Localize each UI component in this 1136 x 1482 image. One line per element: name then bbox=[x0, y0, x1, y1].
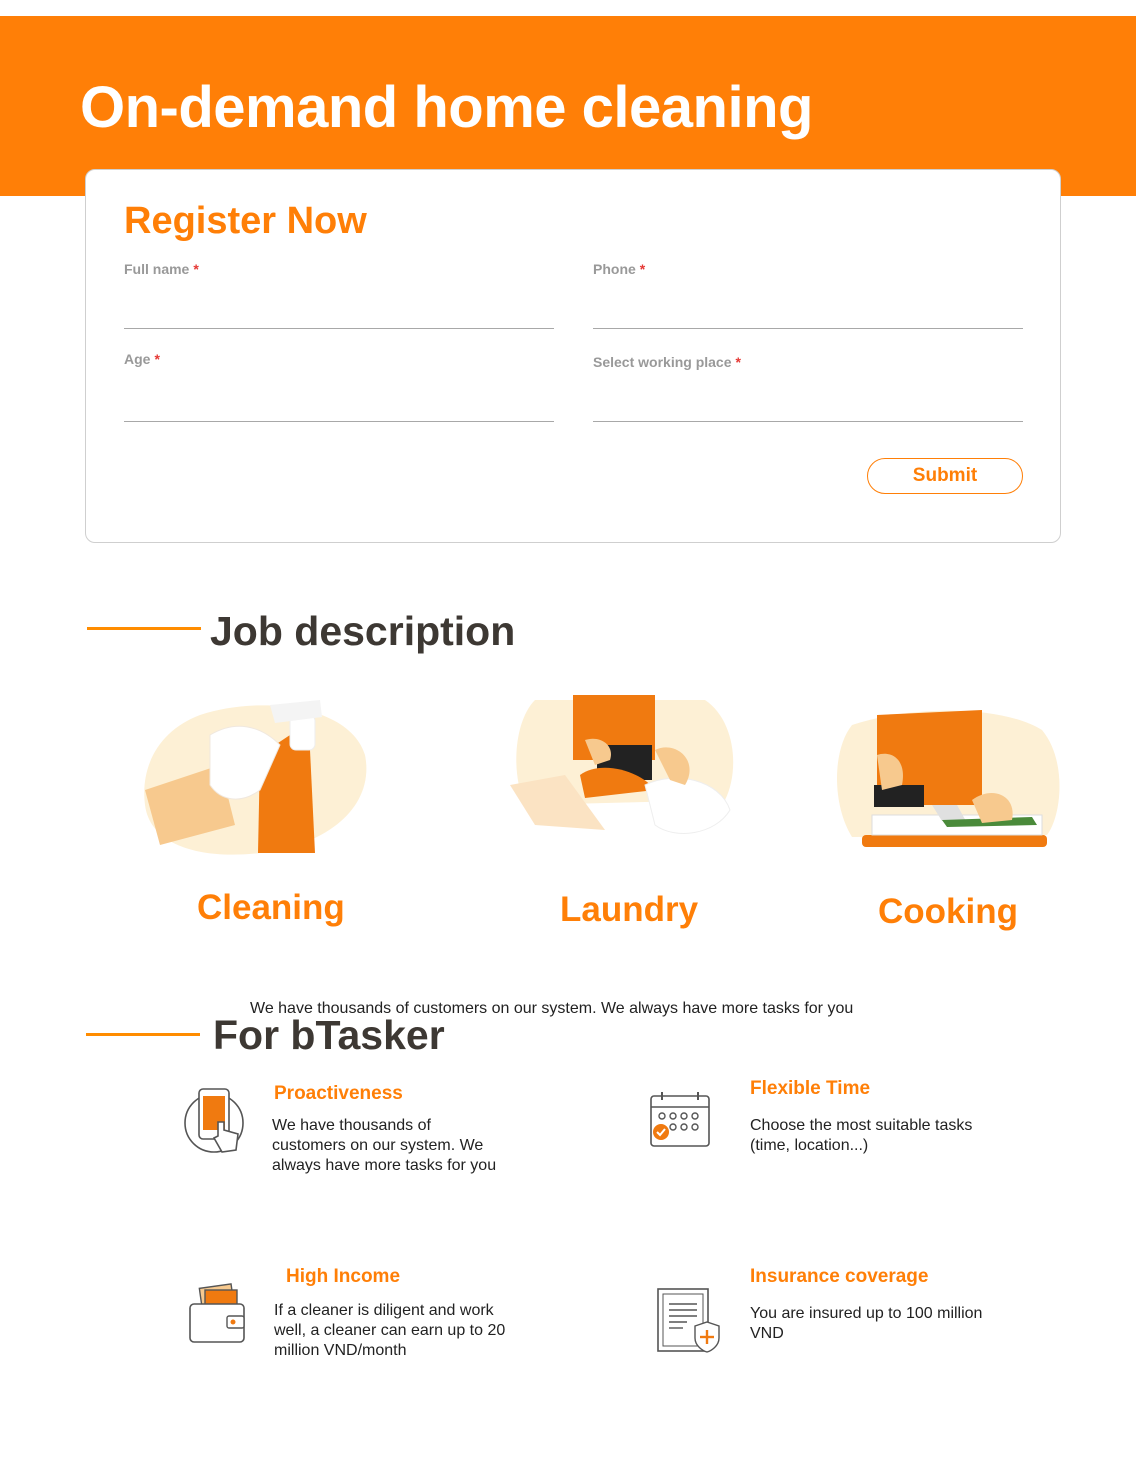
age-field: Age * bbox=[124, 351, 554, 422]
register-form: Register Now Full name * Phone * Age * Sele… bbox=[85, 169, 1061, 543]
job-label-laundry: Laundry bbox=[560, 890, 699, 929]
feature-title-high-income: High Income bbox=[286, 1266, 401, 1287]
ironing-illustration bbox=[510, 695, 734, 834]
full-name-input[interactable] bbox=[124, 299, 554, 329]
phone-tap-icon bbox=[184, 1088, 244, 1153]
spray-bottle-illustration bbox=[144, 700, 367, 855]
age-label: Age * bbox=[124, 351, 160, 367]
required-mark: * bbox=[154, 351, 160, 367]
section-divider bbox=[87, 627, 201, 630]
working-place-select[interactable] bbox=[593, 392, 1023, 422]
for-btasker-title: For bTasker bbox=[213, 1012, 445, 1058]
full-name-label: Full name * bbox=[124, 261, 199, 277]
phone-input[interactable] bbox=[593, 299, 1023, 329]
job-label-cooking: Cooking bbox=[878, 892, 1018, 931]
job-label-cleaning: Cleaning bbox=[197, 888, 345, 927]
required-mark: * bbox=[639, 261, 646, 277]
feature-title-proactiveness: Proactiveness bbox=[274, 1083, 403, 1104]
wallet-icon bbox=[189, 1283, 245, 1343]
full-name-field: Full name * bbox=[124, 261, 554, 329]
phone-field: Phone * bbox=[593, 261, 1023, 329]
feature-desc-flexible-time: Choose the most suitable tasks (time, lo… bbox=[750, 1117, 973, 1154]
feature-desc-proactiveness: We have thousands of customers on our sy… bbox=[272, 1117, 497, 1174]
feature-title-flexible-time: Flexible Time bbox=[750, 1078, 871, 1099]
form-title: Register Now bbox=[124, 200, 367, 242]
page-title: On-demand home cleaning bbox=[80, 75, 813, 140]
insurance-document-icon bbox=[657, 1288, 720, 1353]
working-place-label: Select working place * bbox=[593, 354, 741, 370]
calendar-icon bbox=[650, 1092, 710, 1147]
feature-desc-insurance: You are insured up to 100 million VND bbox=[750, 1305, 983, 1342]
section-divider bbox=[86, 1033, 200, 1036]
job-description-title: Job description bbox=[210, 608, 516, 654]
required-mark: * bbox=[735, 354, 741, 370]
feature-desc-high-income: If a cleaner is diligent and work well, … bbox=[274, 1302, 506, 1359]
working-place-field: Select working place * bbox=[593, 354, 1023, 422]
chopping-illustration bbox=[837, 710, 1060, 847]
required-mark: * bbox=[193, 261, 199, 277]
phone-label: Phone * bbox=[593, 261, 646, 277]
age-input[interactable] bbox=[124, 392, 554, 422]
feature-title-insurance: Insurance coverage bbox=[750, 1266, 929, 1287]
submit-button[interactable]: Submit bbox=[867, 458, 1023, 494]
